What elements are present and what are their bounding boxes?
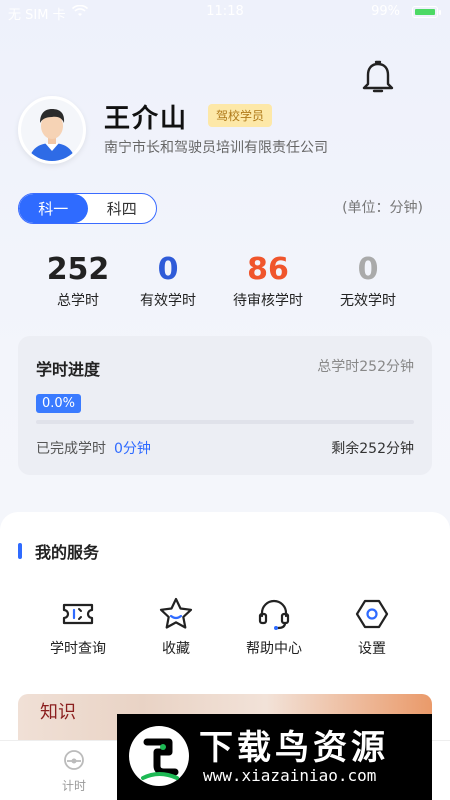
unit-label: (单位：分钟) <box>342 200 423 216</box>
stat-value: 86 <box>247 252 289 287</box>
service-hours-query[interactable]: 学时查询 <box>33 596 123 658</box>
progress-completed: 已完成学时 0分钟 <box>36 438 151 458</box>
service-help-center[interactable]: 帮助中心 <box>229 596 319 658</box>
services-header: 我的服务 <box>18 539 99 563</box>
stat-total: 252 总学时 <box>28 252 128 310</box>
stat-valid: 0 有效学时 <box>118 252 218 310</box>
battery-percent: 99% <box>371 4 400 19</box>
stat-label: 待审核学时 <box>233 293 303 309</box>
avatar-person-icon <box>21 99 83 161</box>
tab-subject-four[interactable]: 科四 <box>88 194 157 223</box>
service-label: 帮助中心 <box>246 641 302 657</box>
progress-remaining: 剩余252分钟 <box>331 441 414 457</box>
service-label: 设置 <box>358 641 386 657</box>
service-label: 收藏 <box>162 641 190 657</box>
watermark-overlay: 下载鸟资源 www.xiazainiao.com <box>117 714 432 800</box>
stat-pending: 86 待审核学时 <box>218 252 318 310</box>
star-icon <box>159 597 193 629</box>
ticket-icon <box>62 603 94 625</box>
bell-icon[interactable] <box>361 60 395 96</box>
status-bar: 无 SIM 卡 11:18 99% <box>0 0 450 26</box>
tab-subject-one[interactable]: 科一 <box>19 194 88 223</box>
stat-label: 有效学时 <box>140 293 196 309</box>
progress-total: 总学时252分钟 <box>317 359 414 375</box>
completed-label: 已完成学时 <box>36 441 106 457</box>
watermark-url: www.xiazainiao.com <box>203 766 377 785</box>
stat-label: 无效学时 <box>340 293 396 309</box>
role-badge: 驾校学员 <box>208 104 273 127</box>
stat-invalid: 0 无效学时 <box>318 252 418 310</box>
service-favorites[interactable]: 收藏 <box>131 596 221 658</box>
progress-percent-badge: 0.0% <box>36 394 82 413</box>
tab-timer[interactable]: 计时 <box>29 749 119 794</box>
timer-icon <box>64 750 84 770</box>
progress-bar <box>36 420 414 424</box>
stat-value: 252 <box>46 252 110 287</box>
progress-title: 学时进度 <box>36 360 101 379</box>
avatar[interactable] <box>18 96 86 164</box>
watermark-title: 下载鸟资源 <box>199 728 389 768</box>
stat-value: 0 <box>357 252 379 287</box>
banner-seal-text: 知识 <box>40 702 76 723</box>
stat-label: 总学时 <box>57 293 99 309</box>
stat-value: 0 <box>157 252 179 287</box>
service-settings[interactable]: 设置 <box>327 596 417 658</box>
completed-value: 0分钟 <box>114 441 151 457</box>
tab-label: 计时 <box>61 779 86 793</box>
battery-icon <box>412 6 441 18</box>
section-accent-bar <box>18 543 22 559</box>
settings-hex-icon <box>355 599 389 629</box>
services-title: 我的服务 <box>35 543 100 562</box>
subject-segmented-control: 科一 科四 <box>18 193 157 224</box>
service-label: 学时查询 <box>50 641 106 657</box>
bird-logo-icon <box>129 726 189 786</box>
company-name: 南宁市长和驾驶员培训有限责任公司 <box>104 140 328 156</box>
user-name: 王介山 <box>104 104 189 134</box>
headset-icon <box>258 599 290 630</box>
progress-card: 学时进度 总学时252分钟 0.0% 已完成学时 0分钟 剩余252分钟 <box>18 336 432 475</box>
